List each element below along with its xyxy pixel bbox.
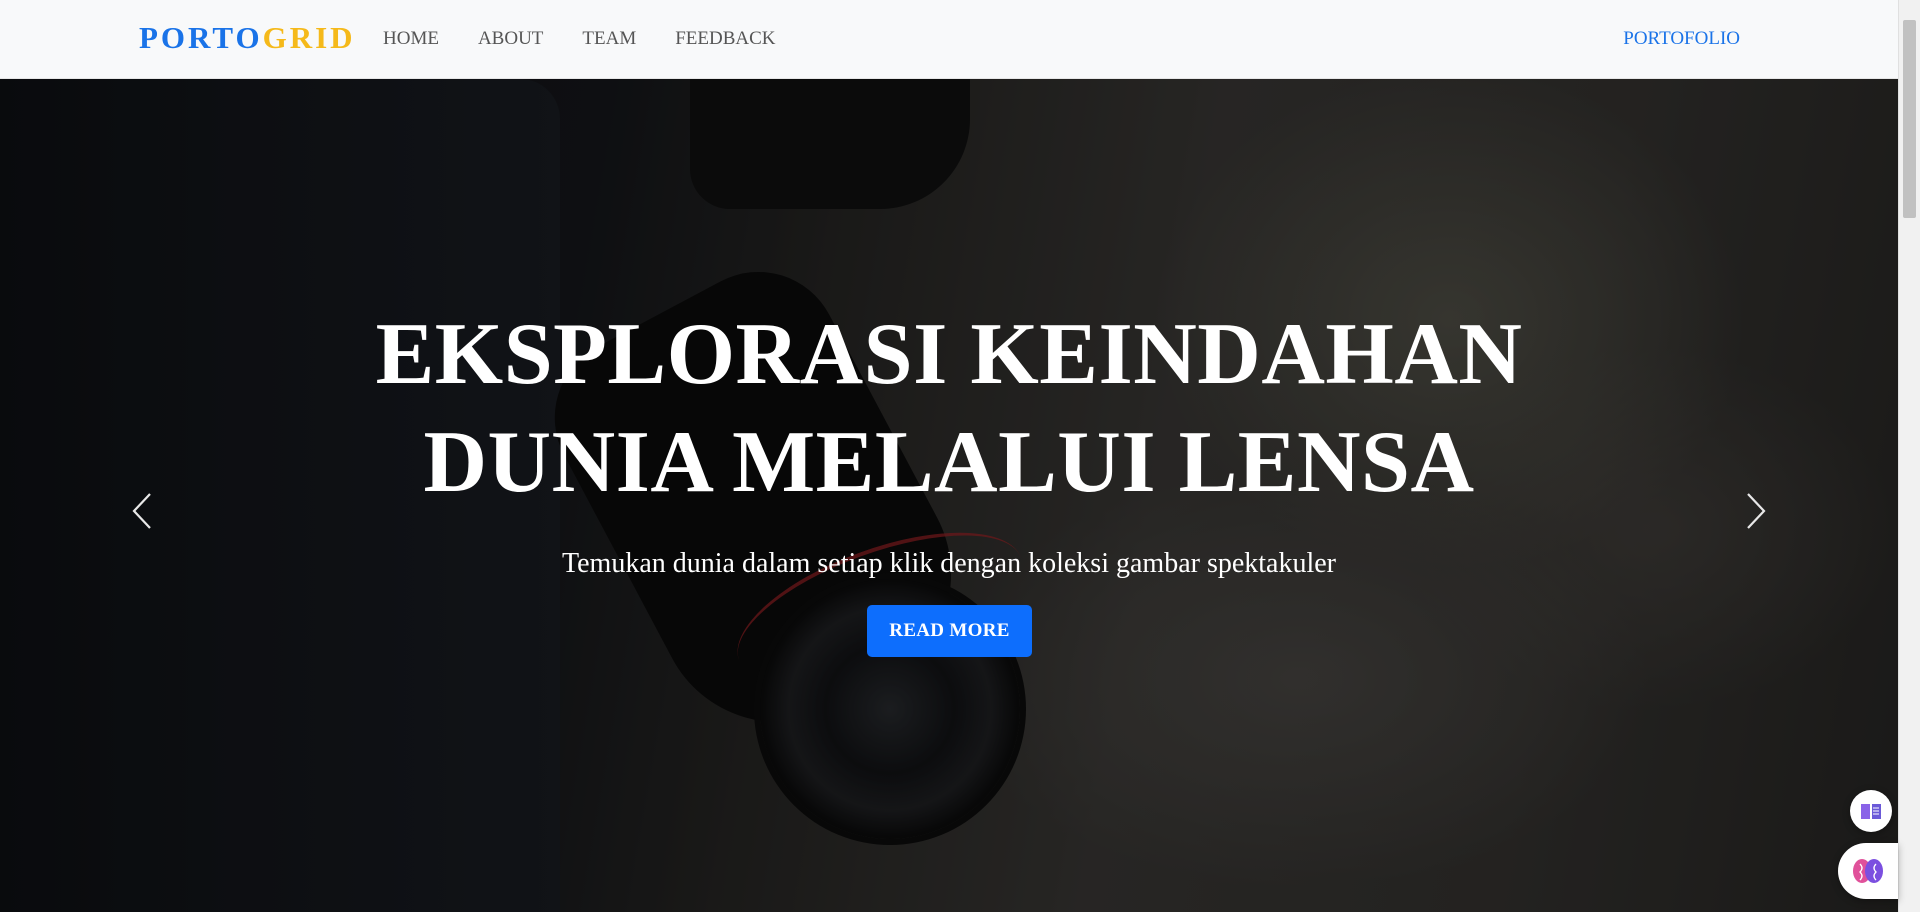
hero-carousel: EKSPLORASI KEINDAHAN DUNIA MELALUI LENSA…: [0, 79, 1898, 912]
brand-part-porto: PORTO: [139, 20, 263, 55]
book-icon: [1861, 804, 1881, 819]
read-more-button[interactable]: READ MORE: [867, 605, 1032, 657]
hero-title-line-1: EKSPLORASI KEINDAHAN: [375, 306, 1523, 403]
hero-title: EKSPLORASI KEINDAHAN DUNIA MELALUI LENSA: [0, 301, 1898, 517]
nav-item-home[interactable]: HOME: [383, 27, 439, 51]
hero-title-line-2: DUNIA MELALUI LENSA: [423, 414, 1475, 511]
nav-links: HOME ABOUT TEAM FEEDBACK: [383, 27, 815, 51]
nav-item-feedback[interactable]: FEEDBACK: [675, 27, 775, 51]
brand-part-grid: GRID: [262, 20, 356, 55]
nav-item-about[interactable]: ABOUT: [478, 27, 543, 51]
chevron-left-icon: [132, 493, 151, 529]
nav-item-team[interactable]: TEAM: [582, 27, 636, 51]
nav-item-portofolio[interactable]: PORTOFOLIO: [1623, 27, 1740, 51]
floating-book-button[interactable]: [1850, 790, 1892, 832]
brain-icon: [1853, 859, 1883, 883]
hero-subtitle: Temukan dunia dalam setiap klik dengan k…: [561, 548, 1337, 579]
carousel-prev-button[interactable]: [122, 481, 162, 541]
carousel-next-button[interactable]: [1736, 481, 1776, 541]
chevron-right-icon: [1747, 493, 1766, 529]
navbar: PORTOGRID HOME ABOUT TEAM FEEDBACK PORTO…: [0, 0, 1898, 79]
page-scrollbar[interactable]: [1898, 0, 1920, 912]
brand-logo[interactable]: PORTOGRID: [139, 18, 356, 58]
floating-brain-button[interactable]: [1838, 843, 1898, 899]
scrollbar-thumb[interactable]: [1903, 20, 1916, 218]
